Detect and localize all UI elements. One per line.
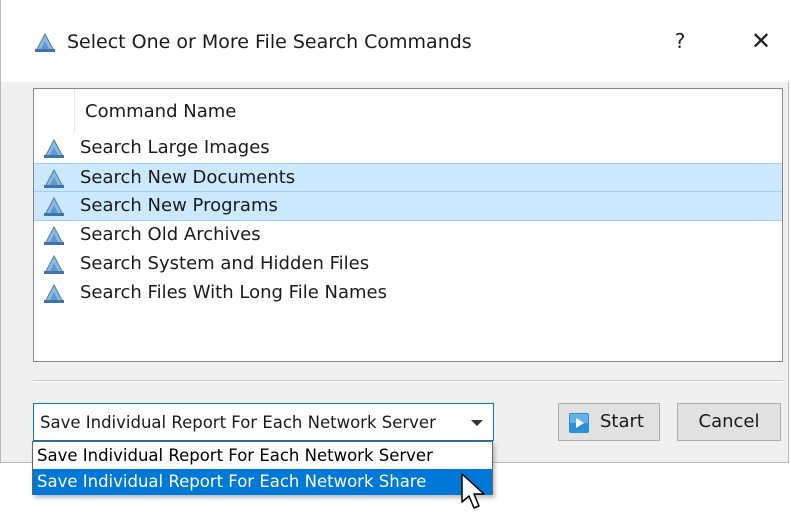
search-command-icon xyxy=(44,225,64,245)
option-network-share[interactable]: Save Individual Report For Each Network … xyxy=(33,469,492,495)
close-button[interactable]: ✕ xyxy=(745,26,777,56)
list-item[interactable]: Search System and Hidden Files xyxy=(34,250,782,279)
cancel-button[interactable]: Cancel xyxy=(677,403,781,441)
search-command-icon xyxy=(44,168,64,188)
search-command-icon xyxy=(44,283,64,303)
search-command-icon xyxy=(35,32,55,52)
list-item[interactable]: Search Old Archives xyxy=(34,221,782,250)
column-header-command-name[interactable]: Command Name xyxy=(74,89,774,133)
chevron-down-icon[interactable] xyxy=(471,420,483,426)
list-item-label: Search New Documents xyxy=(80,167,296,188)
report-mode-dropdown[interactable]: Save Individual Report For Each Network … xyxy=(33,403,494,441)
list-item-label: Search New Programs xyxy=(80,195,278,216)
screen: Select One or More File Search Commands … xyxy=(0,0,791,517)
help-button[interactable]: ? xyxy=(665,26,695,56)
divider xyxy=(33,380,783,382)
list-item-label: Search Files With Long File Names xyxy=(80,282,387,303)
list-item[interactable]: Search Files With Long File Names xyxy=(34,279,782,308)
column-header-label: Command Name xyxy=(85,101,237,122)
list-item[interactable]: Search New Documents xyxy=(34,163,782,192)
list-item-label: Search System and Hidden Files xyxy=(80,253,370,274)
list-item-label: Search Large Images xyxy=(80,137,270,158)
command-list[interactable]: Command Name Search Large Images Search N… xyxy=(33,88,783,362)
search-command-icon xyxy=(44,138,64,158)
option-network-server[interactable]: Save Individual Report For Each Network … xyxy=(33,443,492,469)
list-item[interactable]: Search New Programs xyxy=(34,192,782,221)
cancel-button-label: Cancel xyxy=(698,411,760,432)
list-item[interactable]: Search Large Images xyxy=(34,134,782,163)
report-mode-selected-value: Save Individual Report For Each Network … xyxy=(40,413,436,432)
command-rows: Search Large Images Search New Documents S… xyxy=(34,134,782,308)
play-icon xyxy=(569,413,589,433)
mouse-cursor-icon xyxy=(461,473,485,509)
search-command-icon xyxy=(44,254,64,274)
report-mode-options: Save Individual Report For Each Network … xyxy=(32,441,493,495)
start-button-label: Start xyxy=(600,411,644,432)
list-item-label: Search Old Archives xyxy=(80,224,261,245)
dialog-window: Select One or More File Search Commands … xyxy=(0,0,790,463)
start-button[interactable]: Start xyxy=(558,403,660,441)
window-title: Select One or More File Search Commands xyxy=(67,31,472,53)
title-bar[interactable]: Select One or More File Search Commands … xyxy=(1,0,790,82)
search-command-icon xyxy=(44,196,64,216)
